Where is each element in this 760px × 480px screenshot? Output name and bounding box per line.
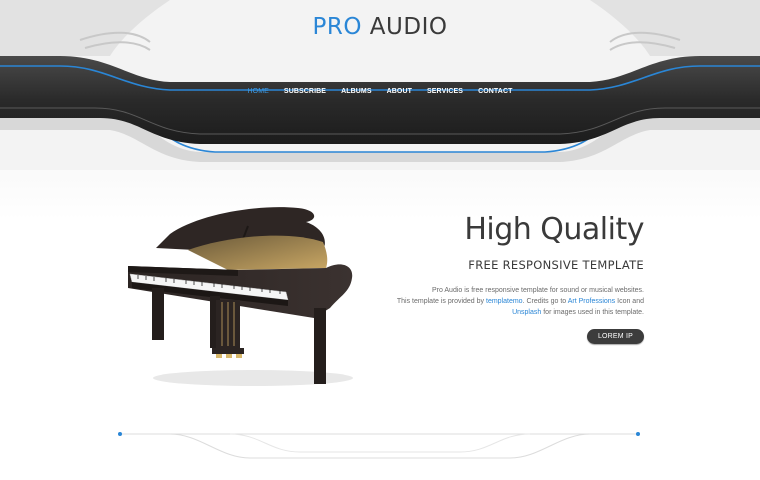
hero-section: High Quality FREE RESPONSIVE TEMPLATE Pr…: [304, 210, 645, 344]
page: PRO AUDIO HOME SUBSCRIBE ALBUMS ABOUT SE…: [0, 0, 760, 480]
site-logo[interactable]: PRO AUDIO: [0, 14, 760, 40]
art-professions-link[interactable]: Art Professions: [568, 298, 615, 305]
hero-description: Pro Audio is free responsive template fo…: [304, 285, 644, 318]
nav-home[interactable]: HOME: [248, 88, 269, 95]
nav-contact[interactable]: CONTACT: [478, 88, 512, 95]
section-divider: [118, 432, 640, 459]
hero-title: High Quality: [464, 212, 644, 247]
hero-desc-line3-post: for images used in this template.: [541, 309, 644, 316]
templatemo-link[interactable]: templatemo: [486, 298, 523, 305]
hero-desc-line1: Pro Audio is free responsive template fo…: [431, 287, 644, 294]
logo-accent-text: PRO: [312, 14, 362, 40]
hero-subtitle: FREE RESPONSIVE TEMPLATE: [468, 258, 644, 272]
nav-albums[interactable]: ALBUMS: [341, 88, 372, 95]
unsplash-link[interactable]: Unsplash: [512, 309, 541, 316]
main-nav: HOME SUBSCRIBE ALBUMS ABOUT SERVICES CON…: [0, 88, 760, 95]
hero-desc-line2-mid: . Credits go to: [522, 298, 568, 305]
nav-services[interactable]: SERVICES: [427, 88, 463, 95]
nav-subscribe[interactable]: SUBSCRIBE: [284, 88, 326, 95]
logo-text: AUDIO: [369, 14, 448, 40]
lorem-ip-button[interactable]: LOREM IP: [586, 329, 644, 344]
hero-desc-line2-pre: This template is provided by: [396, 298, 486, 305]
hero-desc-line2-post: Icon and: [615, 298, 644, 305]
nav-about[interactable]: ABOUT: [387, 88, 412, 95]
